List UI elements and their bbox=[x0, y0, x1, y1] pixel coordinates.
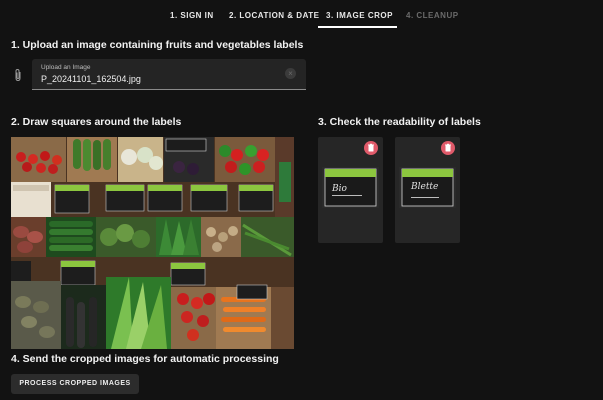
stepper: 1. SIGN IN 2. LOCATION & DATE 3. IMAGE C… bbox=[0, 0, 603, 30]
cropped-label-image: Blette bbox=[399, 167, 456, 208]
step-location-date[interactable]: 2. LOCATION & DATE bbox=[229, 11, 319, 20]
file-name-value: P_20241101_162504.jpg bbox=[41, 74, 141, 84]
close-circle-icon[interactable]: × bbox=[285, 68, 296, 79]
trash-icon[interactable] bbox=[441, 141, 455, 155]
step-image-crop[interactable]: 3. IMAGE CROP bbox=[326, 11, 393, 20]
crop-card: Bio bbox=[318, 137, 383, 243]
produce-photo bbox=[11, 137, 294, 349]
check-heading: 3. Check the readability of labels bbox=[318, 116, 481, 128]
file-upload-field[interactable]: Upload an Image P_20241101_162504.jpg × bbox=[32, 59, 306, 90]
cropped-label-image: Bio bbox=[322, 167, 379, 208]
step-sign-in[interactable]: 1. SIGN IN bbox=[170, 11, 214, 20]
step-cleanup: 4. CLEANUP bbox=[406, 11, 459, 20]
trash-icon[interactable] bbox=[364, 141, 378, 155]
crop-label-text: Blette bbox=[410, 182, 438, 192]
paperclip-icon[interactable] bbox=[13, 68, 23, 82]
crop-label-text: Bio bbox=[331, 184, 347, 194]
process-cropped-images-button[interactable]: PROCESS CROPPED IMAGES bbox=[11, 374, 139, 394]
file-upload-label: Upload an Image bbox=[41, 64, 91, 71]
produce-photo-canvas[interactable] bbox=[11, 137, 294, 349]
upload-heading: 1. Upload an image containing fruits and… bbox=[11, 39, 304, 51]
send-heading: 4. Send the cropped images for automatic… bbox=[11, 353, 279, 365]
draw-heading: 2. Draw squares around the labels bbox=[11, 116, 182, 128]
active-step-indicator bbox=[318, 26, 397, 28]
crop-card: Blette bbox=[395, 137, 460, 243]
